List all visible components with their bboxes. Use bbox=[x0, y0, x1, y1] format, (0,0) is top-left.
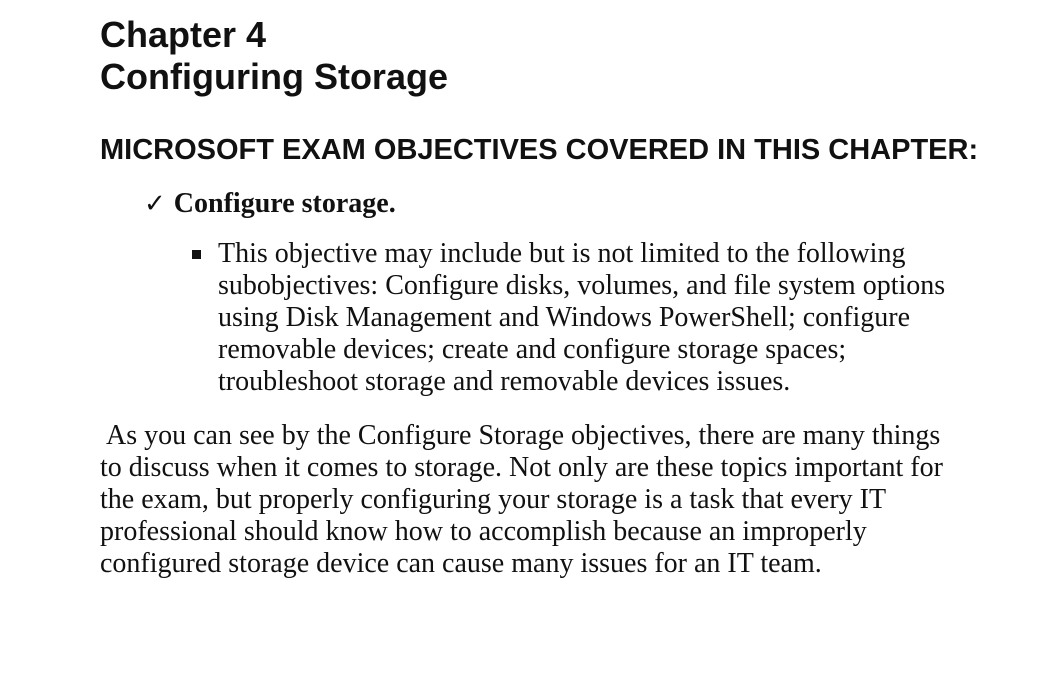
chapter-heading: Chapter 4 Configuring Storage bbox=[100, 14, 1000, 98]
check-icon: ✓ bbox=[144, 189, 166, 219]
chapter-title: Configuring Storage bbox=[100, 56, 448, 97]
objective-label: Configure storage. bbox=[173, 188, 396, 219]
objective-item: ✓ Configure storage. bbox=[144, 188, 1000, 220]
chapter-number: Chapter 4 bbox=[100, 14, 267, 55]
square-bullet-icon bbox=[192, 250, 201, 259]
intro-paragraph-block: As you can see by the Configure Storage … bbox=[100, 420, 960, 580]
subobjective-item: This objective may include but is not li… bbox=[192, 238, 972, 398]
subobjective-text: This objective may include but is not li… bbox=[218, 238, 946, 397]
exam-objectives-heading: MICROSOFT EXAM OBJECTIVES COVERED IN THI… bbox=[100, 134, 979, 166]
document-page: Chapter 4 Configuring Storage MICROSOFT … bbox=[100, 14, 1000, 580]
intro-paragraph: As you can see by the Configure Storage … bbox=[100, 420, 943, 579]
